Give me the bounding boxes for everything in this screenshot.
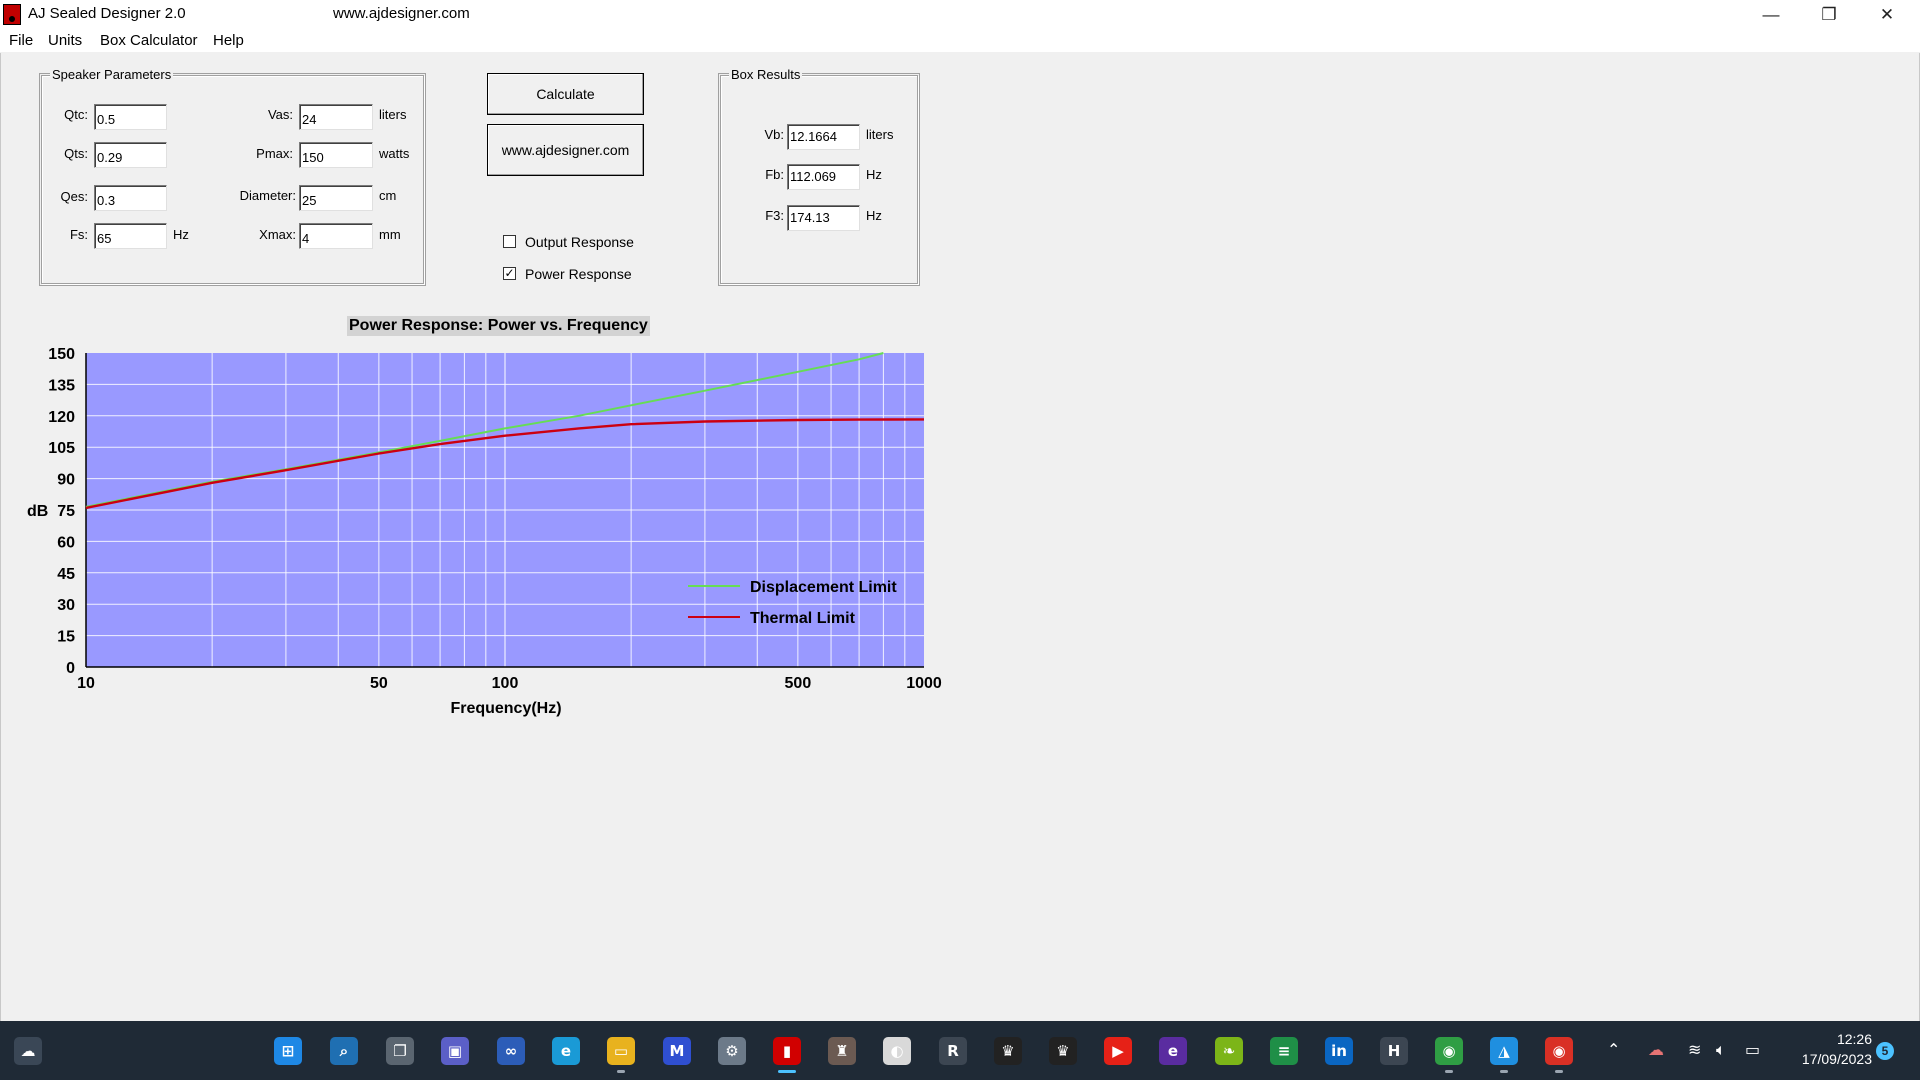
clock-time[interactable]: 12:26	[1828, 1031, 1872, 1047]
windows-start-icon[interactable]: ⊞	[274, 1037, 302, 1065]
x-tick-label: 10	[77, 675, 95, 692]
search-icon[interactable]: ⌕	[330, 1037, 358, 1065]
notification-badge[interactable]: 5	[1876, 1042, 1894, 1060]
x-tick-label: 50	[370, 675, 388, 692]
chart-app-icon[interactable]: ≡	[1270, 1037, 1298, 1065]
y-tick-label: 0	[66, 660, 75, 677]
volume-icon[interactable]: 🔈︎	[1716, 1040, 1726, 1060]
x-axis-label: Frequency(Hz)	[450, 700, 561, 717]
y-tick-label: 135	[48, 377, 75, 394]
y-tick-label: 120	[48, 409, 75, 426]
y-tick-label: 90	[57, 472, 75, 489]
aj-sealed-designer-icon[interactable]: ▮	[773, 1037, 801, 1065]
youtube-icon[interactable]: ▶	[1104, 1037, 1132, 1065]
close-button[interactable]: ✕	[1858, 0, 1916, 29]
maximize-button[interactable]: ❐	[1800, 0, 1858, 29]
teams-chat-icon[interactable]: ▣	[441, 1037, 469, 1065]
y-tick-label: 150	[48, 346, 75, 363]
y-tick-label: 30	[57, 597, 75, 614]
battery-icon[interactable]: ▭	[1745, 1040, 1760, 1059]
task-view-icon[interactable]: ❐	[386, 1037, 414, 1065]
chrome-profile-icon[interactable]: ◉	[1435, 1037, 1463, 1065]
onedrive-error-icon[interactable]: ☁	[1648, 1040, 1664, 1059]
legend-label: Thermal Limit	[750, 610, 856, 627]
linkedin-icon[interactable]: in	[1325, 1037, 1353, 1065]
y-tick-label: 45	[57, 566, 75, 583]
show-hidden-icons-chevron-icon[interactable]: ⌃	[1607, 1040, 1620, 1059]
e-app-icon[interactable]: e	[1159, 1037, 1187, 1065]
running-app-indicator	[1555, 1070, 1563, 1073]
legend-label: Displacement Limit	[750, 579, 897, 596]
x-tick-label: 100	[492, 675, 519, 692]
crown-app-2-icon[interactable]: ♛	[1049, 1037, 1077, 1065]
file-explorer-icon[interactable]: ▭	[607, 1037, 635, 1065]
minimize-button[interactable]: —	[1742, 0, 1800, 29]
edge-browser-icon[interactable]: e	[552, 1037, 580, 1065]
app-m-icon[interactable]: M	[663, 1037, 691, 1065]
x-tick-label: 500	[785, 675, 812, 692]
running-app-indicator	[617, 1070, 625, 1073]
photos-icon[interactable]: ◮	[1490, 1037, 1518, 1065]
settings-icon[interactable]: ⚙	[718, 1037, 746, 1065]
h-app-icon[interactable]: H	[1380, 1037, 1408, 1065]
y-tick-label: 15	[57, 629, 75, 646]
running-app-indicator	[1500, 1070, 1508, 1073]
chrome-icon[interactable]: ◉	[1545, 1037, 1573, 1065]
r-app-icon[interactable]: R	[939, 1037, 967, 1065]
crest-icon[interactable]: ♜	[828, 1037, 856, 1065]
running-app-indicator	[1445, 1070, 1453, 1073]
x-tick-label: 1000	[906, 675, 942, 692]
power-response-chart: 0 15 30 45 60 75 90 105 120 135 150 dB 10 50 100 500 100…	[27, 346, 942, 717]
leaf-app-icon[interactable]: ❧	[1215, 1037, 1243, 1065]
link-icon[interactable]: ∞	[497, 1037, 525, 1065]
running-app-indicator	[778, 1070, 796, 1073]
wifi-icon[interactable]: ≋	[1688, 1040, 1701, 1059]
weather-icon[interactable]: ☁	[14, 1037, 42, 1065]
y-tick-label: 75	[57, 503, 75, 520]
y-tick-label: 105	[48, 440, 75, 457]
clock-date[interactable]: 17/09/2023	[1788, 1051, 1872, 1067]
globe-app-icon[interactable]: ◐	[883, 1037, 911, 1065]
crown-app-icon[interactable]: ♛	[994, 1037, 1022, 1065]
y-axis-label: dB	[27, 503, 48, 520]
y-tick-label: 60	[57, 534, 75, 551]
